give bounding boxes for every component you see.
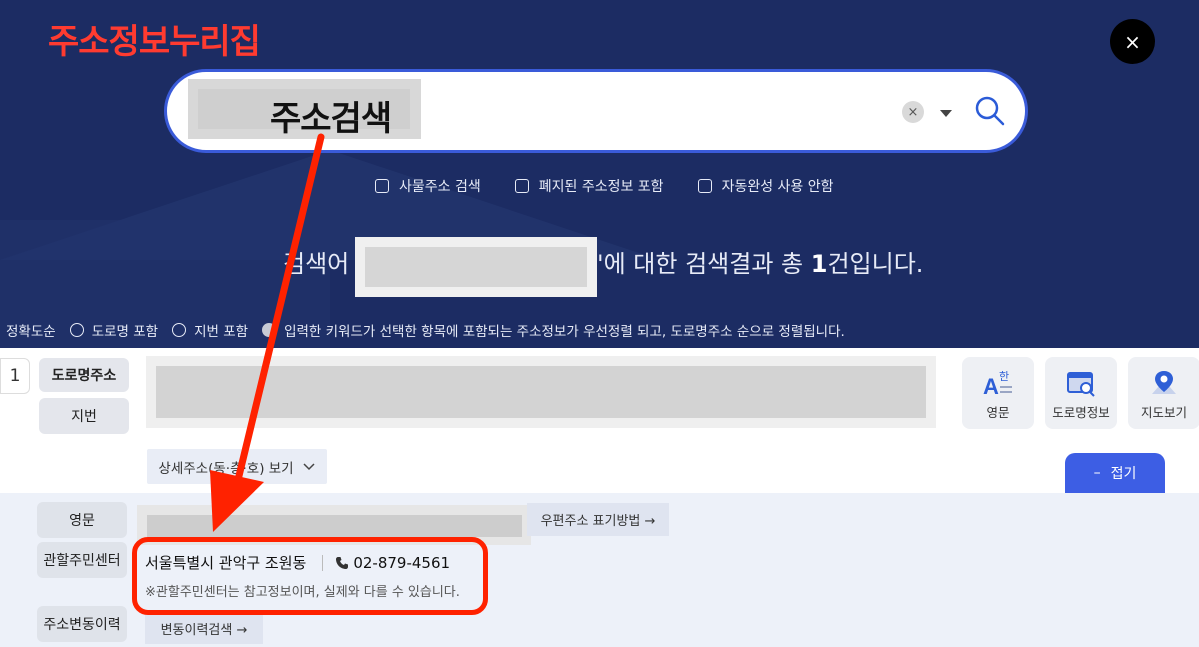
search-box: 주소검색 × xyxy=(164,69,1028,153)
annotation-highlight-box xyxy=(132,537,488,615)
result-prefix: 검색어 xyxy=(283,250,350,278)
tag-road-address[interactable]: 도로명주소 xyxy=(39,358,129,392)
option-label: 폐지된 주소정보 포함 xyxy=(538,179,664,195)
redacted-region xyxy=(156,366,926,418)
english-icon: A 한 xyxy=(983,370,1012,398)
sort-label: 정확도순 xyxy=(6,324,56,340)
sort-option-label: 도로명 포함 xyxy=(91,324,159,340)
search-input[interactable]: 주소검색 xyxy=(188,79,421,139)
label-address-history: 주소변동이력 xyxy=(37,606,127,642)
svg-text:A: A xyxy=(983,374,999,398)
result-query-redacted xyxy=(355,237,597,297)
clear-icon[interactable]: × xyxy=(902,101,924,123)
chevron-down-icon[interactable] xyxy=(940,110,952,117)
postal-format-button[interactable]: 우편주소 표기방법 → xyxy=(527,503,669,536)
detail-address-button[interactable]: 상세주소(동·층·호) 보기 xyxy=(147,449,327,484)
road-info-icon xyxy=(1067,372,1095,397)
option-label: 사물주소 검색 xyxy=(399,179,481,195)
tag-jibun[interactable]: 지번 xyxy=(39,398,129,434)
map-pin-icon xyxy=(1152,371,1176,394)
detail-label: 상세주소(동·층·호) 보기 xyxy=(158,460,294,477)
option-thing-address[interactable]: 사물주소 검색 xyxy=(375,176,481,196)
radio-road[interactable] xyxy=(69,323,84,337)
result-suffix: '에 대한 검색결과 총 xyxy=(597,250,811,278)
svg-text:한: 한 xyxy=(999,370,1009,383)
option-no-autocomplete[interactable]: 자동완성 사용 안함 xyxy=(697,176,834,196)
site-brand-title: 주소정보누리집 xyxy=(48,22,261,62)
search-query-text: 주소검색 xyxy=(270,99,392,139)
tool-label: 영문 xyxy=(986,405,1010,420)
result-index: 1 xyxy=(0,358,30,394)
option-label: 자동완성 사용 안함 xyxy=(721,179,834,195)
checkbox[interactable] xyxy=(697,179,712,193)
redacted-region xyxy=(365,247,587,287)
redacted-region xyxy=(147,515,522,537)
fold-label: 접기 xyxy=(1110,466,1137,482)
sort-note: 입력한 키워드가 선택한 항목에 포함되는 주소정보가 우선정렬 되고, 도로명… xyxy=(284,324,845,340)
result-summary: '에 대한 검색결과 총 1건입니다. xyxy=(597,244,923,279)
sort-options: 정확도순 도로명 포함 지번 포함 입력한 키워드가 선택한 항목에 포함되는 … xyxy=(6,320,845,340)
option-abolished-address[interactable]: 폐지된 주소정보 포함 xyxy=(514,176,664,196)
search-options: 사물주소 검색 폐지된 주소정보 포함 자동완성 사용 안함 xyxy=(375,176,868,196)
close-button[interactable]: × xyxy=(1110,19,1155,64)
minus-icon: – xyxy=(1093,465,1101,481)
checkbox[interactable] xyxy=(514,179,529,193)
info-icon xyxy=(262,323,277,337)
radio-jibun[interactable] xyxy=(172,323,187,337)
history-search-button[interactable]: 변동이력검색 → xyxy=(145,612,263,644)
tool-label: 지도보기 xyxy=(1140,405,1187,420)
sort-option-label: 지번 포함 xyxy=(194,324,249,340)
chevron-down-icon xyxy=(303,462,315,470)
label-english: 영문 xyxy=(37,502,127,538)
tool-label: 도로명정보 xyxy=(1052,405,1110,420)
road-info-button[interactable]: 도로명정보 xyxy=(1045,357,1117,429)
fold-button[interactable]: – 접기 xyxy=(1065,453,1165,493)
map-view-button[interactable]: 지도보기 xyxy=(1128,357,1199,429)
label-community-center: 관할주민센터 xyxy=(37,542,127,578)
search-icon[interactable] xyxy=(973,94,1007,128)
result-suffix-end: 건입니다. xyxy=(827,250,924,278)
english-button[interactable]: A 한 영문 xyxy=(962,357,1034,429)
checkbox[interactable] xyxy=(375,179,389,193)
address-text-redacted xyxy=(146,356,936,428)
result-count: 1 xyxy=(810,250,828,278)
